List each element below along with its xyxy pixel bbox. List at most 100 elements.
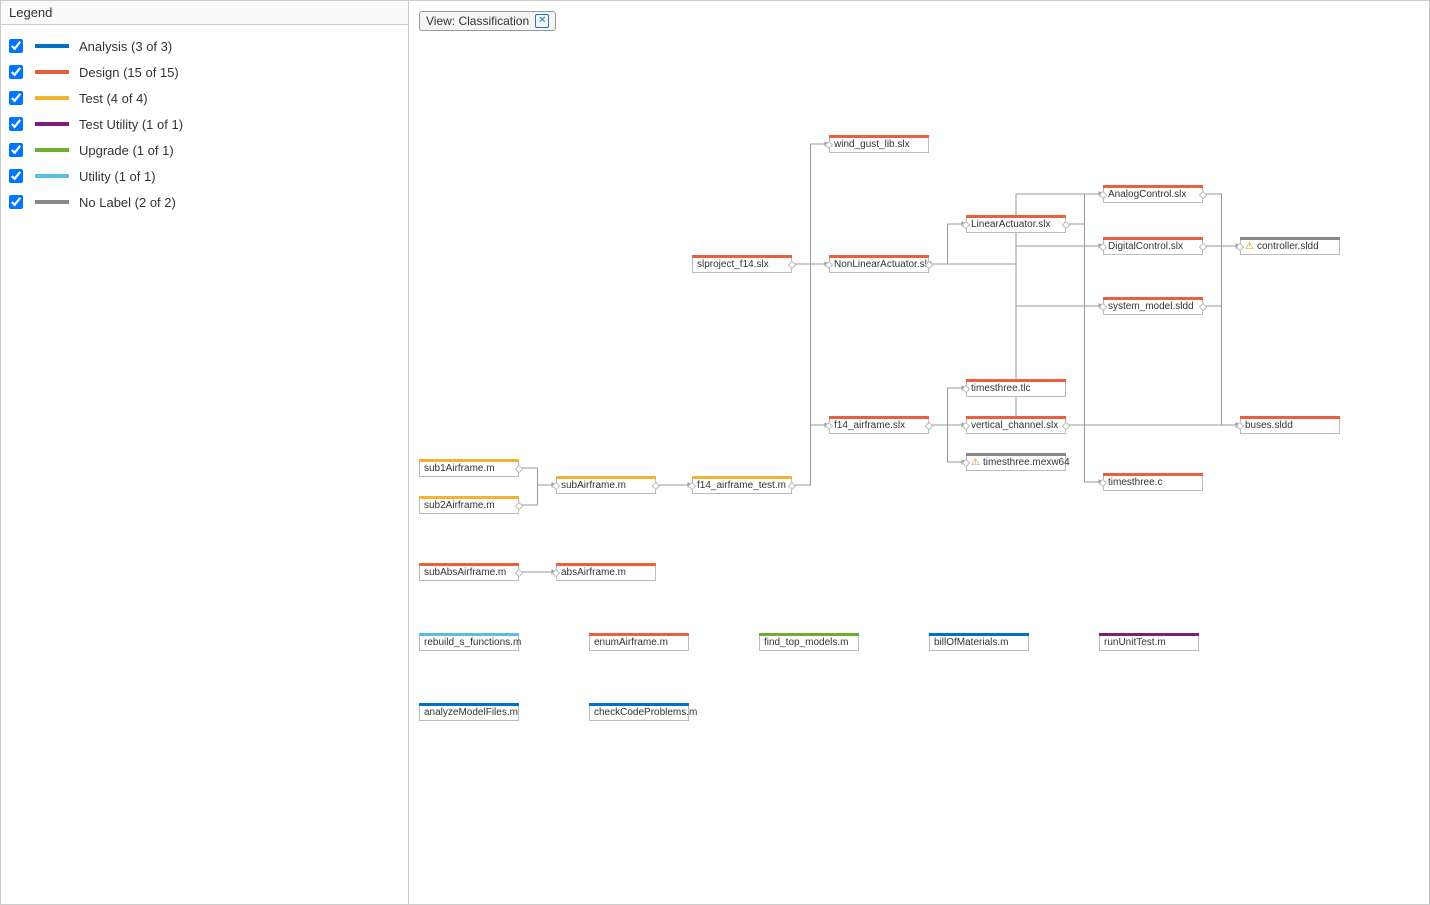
legend-row[interactable]: Test (4 of 4) [1,85,408,111]
node-port-right [788,482,796,490]
node-color-bar [1099,633,1199,636]
node-port-left [825,261,833,269]
legend-checkbox[interactable] [9,143,23,157]
graph-node[interactable]: sub2Airframe.m [419,496,519,514]
close-icon[interactable]: ✕ [535,14,549,28]
node-color-bar [692,476,792,479]
node-label: system_model.sldd [1108,301,1194,312]
node-label: timesthree.c [1108,477,1162,488]
graph-node[interactable]: ⚠timesthree.mexw64 [966,453,1066,471]
graph-node[interactable]: checkCodeProblems.m [589,703,689,721]
node-color-bar [419,459,519,462]
node-color-bar [419,633,519,636]
node-color-bar [966,416,1066,419]
graph-node[interactable]: AnalogControl.slx [1103,185,1203,203]
node-label: absAirframe.m [561,567,626,578]
graph-node[interactable]: f14_airframe.slx [829,416,929,434]
legend-checkbox[interactable] [9,65,23,79]
node-port-right [515,465,523,473]
node-port-right [1199,243,1207,251]
edge [519,468,556,485]
graph-node[interactable]: slproject_f14.slx [692,255,792,273]
legend-label: Design (15 of 15) [79,65,179,80]
graph-node[interactable]: subAirframe.m [556,476,656,494]
graph-node[interactable]: system_model.sldd [1103,297,1203,315]
view-chip[interactable]: View: Classification ✕ [419,11,556,31]
node-port-left [1099,243,1107,251]
graph-node[interactable]: LinearActuator.slx [966,215,1066,233]
legend-checkbox[interactable] [9,195,23,209]
edge [1203,306,1240,425]
node-port-left [552,482,560,490]
graph-node[interactable]: find_top_models.m [759,633,859,651]
graph-node[interactable]: sub1Airframe.m [419,459,519,477]
graph-node[interactable]: runUnitTest.m [1099,633,1199,651]
legend-row[interactable]: Analysis (3 of 3) [1,33,408,59]
node-color-bar [1103,185,1203,188]
edge [1203,194,1240,246]
node-port-left [1236,243,1244,251]
node-label: enumAirframe.m [594,637,668,648]
node-port-left [1236,422,1244,430]
edge [1066,194,1103,224]
node-port-right [652,482,660,490]
node-label: wind_gust_lib.slx [834,139,910,150]
node-label: rebuild_s_functions.m [424,637,521,648]
edge [792,425,829,485]
node-label: slproject_f14.slx [697,259,769,270]
graph-node[interactable]: wind_gust_lib.slx [829,135,929,153]
graph-node[interactable]: f14_airframe_test.m [692,476,792,494]
legend-row[interactable]: Upgrade (1 of 1) [1,137,408,163]
legend-swatch [35,200,69,204]
node-color-bar [1103,473,1203,476]
node-label: sub1Airframe.m [424,463,495,474]
legend-checkbox[interactable] [9,169,23,183]
node-color-bar [966,215,1066,218]
legend-checkbox[interactable] [9,39,23,53]
legend-checkbox[interactable] [9,91,23,105]
node-label: timesthree.tlc [971,383,1030,394]
graph-node[interactable]: vertical_channel.slx [966,416,1066,434]
legend-swatch [35,44,69,48]
legend-checkbox[interactable] [9,117,23,131]
node-label: subAirframe.m [561,480,626,491]
node-label: runUnitTest.m [1104,637,1166,648]
legend-row[interactable]: Design (15 of 15) [1,59,408,85]
graph-node[interactable]: absAirframe.m [556,563,656,581]
legend-swatch [35,174,69,178]
node-color-bar [1240,416,1340,419]
dependency-canvas[interactable]: View: Classification ✕ wind_gust_lib.slx… [409,1,1429,904]
warning-icon: ⚠ [1245,241,1254,252]
graph-node[interactable]: timesthree.tlc [966,379,1066,397]
edge [1066,224,1103,246]
node-port-left [1099,479,1107,487]
graph-node[interactable]: billOfMaterials.m [929,633,1029,651]
node-label: checkCodeProblems.m [594,707,697,718]
node-label: controller.sldd [1257,241,1319,252]
graph-node[interactable]: NonLinearActuator.slx [829,255,929,273]
graph-node[interactable]: buses.sldd [1240,416,1340,434]
graph-node[interactable]: enumAirframe.m [589,633,689,651]
node-port-left [962,221,970,229]
node-port-left [1099,303,1107,311]
app-root: Legend Analysis (3 of 3)Design (15 of 15… [0,0,1430,905]
node-port-left [552,569,560,577]
legend-row[interactable]: Test Utility (1 of 1) [1,111,408,137]
edge [929,264,1103,306]
legend-row[interactable]: No Label (2 of 2) [1,189,408,215]
legend-row[interactable]: Utility (1 of 1) [1,163,408,189]
edge [929,224,966,264]
edge [929,388,966,425]
graph-node[interactable]: rebuild_s_functions.m [419,633,519,651]
node-color-bar [966,379,1066,382]
legend-label: Test (4 of 4) [79,91,148,106]
node-port-left [825,141,833,149]
graph-node[interactable]: DigitalControl.slx [1103,237,1203,255]
graph-node[interactable]: ⚠controller.sldd [1240,237,1340,255]
graph-node[interactable]: analyzeModelFiles.m [419,703,519,721]
edge [792,264,829,425]
node-label: f14_airframe.slx [834,420,905,431]
graph-node[interactable]: subAbsAirframe.m [419,563,519,581]
graph-node[interactable]: timesthree.c [1103,473,1203,491]
node-label: NonLinearActuator.slx [834,259,932,270]
